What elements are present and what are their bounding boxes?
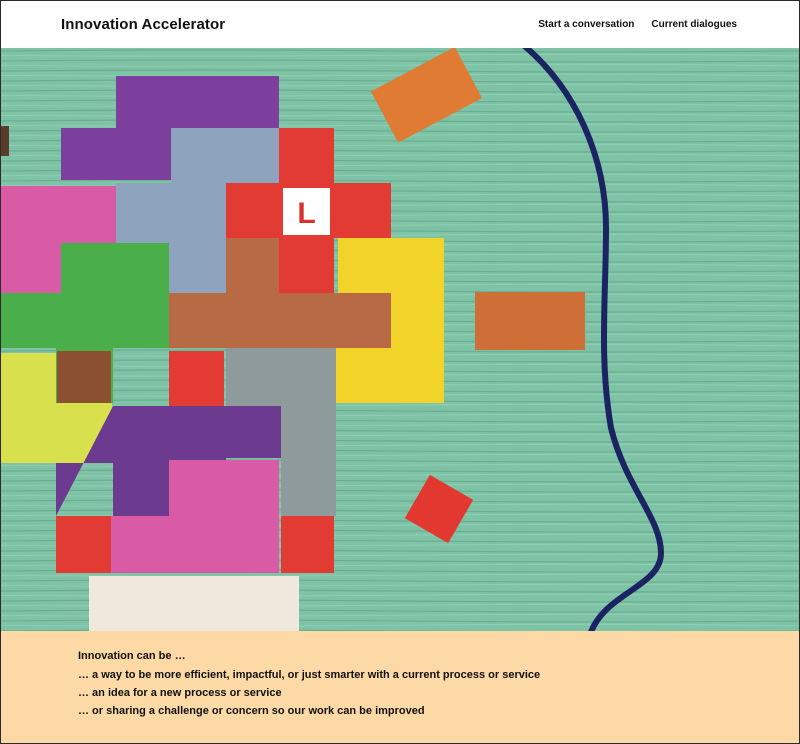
lime-block-left — [1, 353, 56, 463]
intro-line-3: … or sharing a challenge or concern so o… — [78, 705, 425, 717]
red-square-mid — [169, 351, 224, 406]
nav-current-dialogues[interactable]: Current dialogues — [651, 19, 737, 30]
intro-line-1: … a way to be more efficient, impactful,… — [78, 669, 541, 681]
orange-block-right — [475, 292, 585, 350]
site-title[interactable]: Innovation Accelerator — [61, 16, 225, 33]
white-block — [89, 576, 299, 631]
red-square-bottom-right — [281, 516, 334, 573]
dark-piece-edge — [1, 126, 9, 156]
intro-panel: Innovation can be … … a way to be more e… — [1, 631, 799, 743]
intro-line-2: … an idea for a new process or service — [78, 687, 282, 699]
site-header: Innovation Accelerator Start a conversat… — [1, 1, 799, 48]
red-square-bottom-left — [56, 516, 111, 573]
dark-brown-square — [57, 351, 111, 403]
main-nav: Start a conversation Current dialogues — [538, 19, 737, 30]
nav-start-conversation[interactable]: Start a conversation — [538, 19, 634, 30]
page-frame: Innovation Accelerator Start a conversat… — [0, 0, 800, 744]
logo-glyph: L — [297, 197, 315, 230]
intro-heading: Innovation can be … — [78, 650, 186, 662]
puzzle-illustration: L — [1, 48, 799, 631]
hero-image: L — [1, 48, 799, 631]
